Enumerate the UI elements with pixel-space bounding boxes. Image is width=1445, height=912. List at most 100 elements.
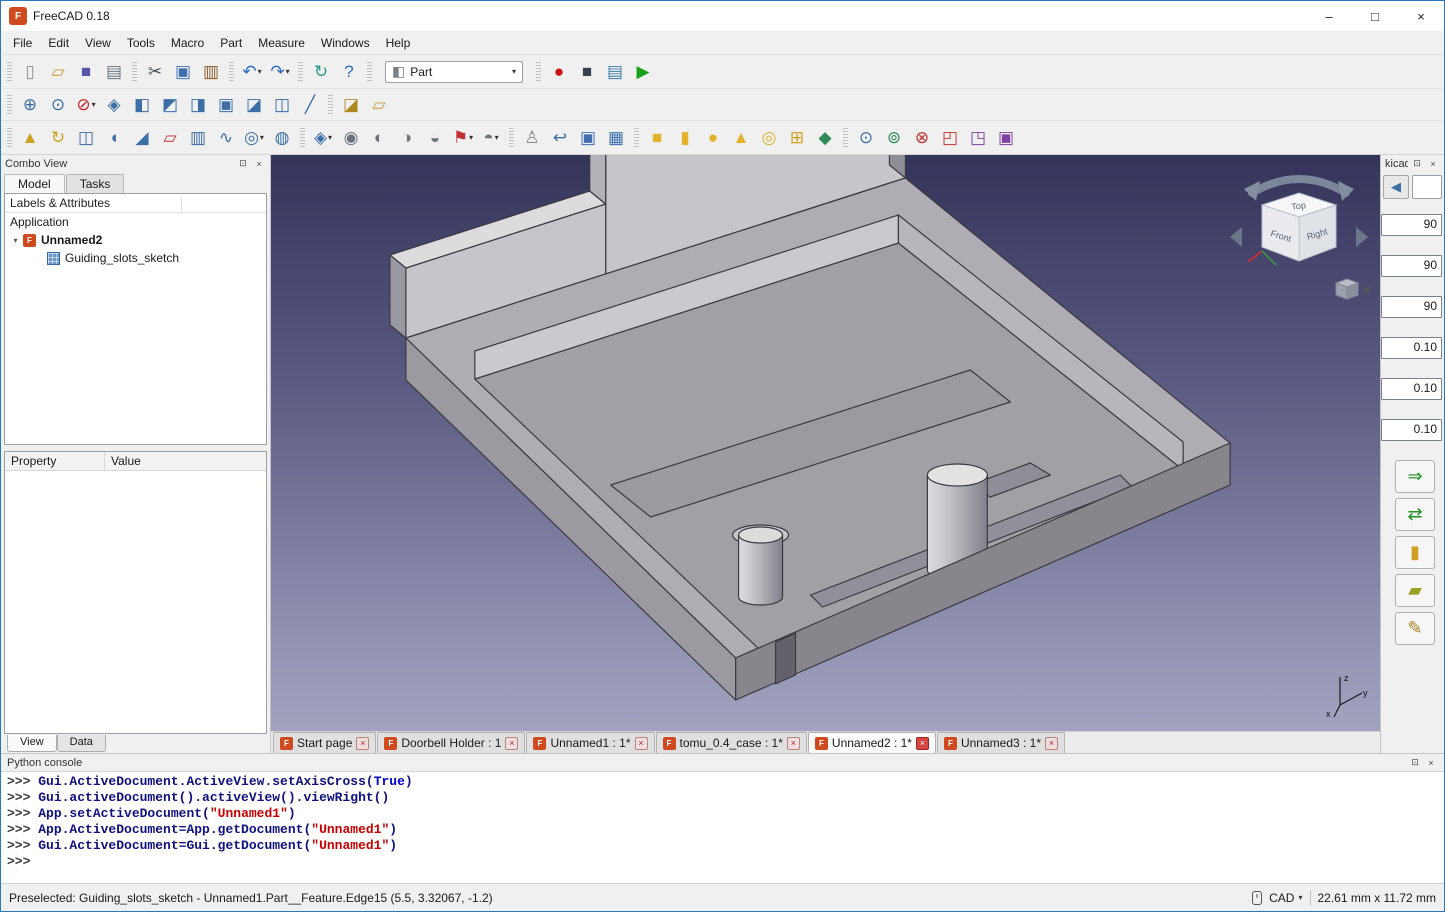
open-document-button[interactable]: ▱: [45, 59, 71, 85]
close-tab-icon[interactable]: ×: [1045, 737, 1058, 750]
kicad-edit-button[interactable]: ✎: [1395, 612, 1435, 645]
chamfer-button[interactable]: ◢: [129, 125, 155, 151]
toolbar-handle[interactable]: [7, 62, 12, 82]
toolbar-handle[interactable]: [509, 128, 514, 148]
tab-tasks[interactable]: Tasks: [66, 174, 125, 193]
fit-all-button[interactable]: ⊕: [17, 92, 43, 118]
torus-primitive-button[interactable]: ◎: [756, 125, 782, 151]
save-button[interactable]: ■: [73, 59, 99, 85]
menu-help[interactable]: Help: [378, 33, 419, 53]
ruled-surface-button[interactable]: ▱: [157, 125, 183, 151]
copy-button[interactable]: ▣: [170, 59, 196, 85]
macro-record-button[interactable]: ●: [546, 59, 572, 85]
export-pcb-button[interactable]: ◳: [965, 125, 991, 151]
menu-windows[interactable]: Windows: [313, 33, 378, 53]
menu-edit[interactable]: Edit: [40, 33, 77, 53]
view-top-button[interactable]: ◩: [157, 92, 183, 118]
tree-column-header[interactable]: Labels & Attributes: [5, 194, 266, 213]
maximize-button[interactable]: □: [1352, 1, 1398, 31]
undo-button[interactable]: ↶▾: [239, 59, 265, 85]
toolbar-handle[interactable]: [7, 95, 12, 115]
close-tab-icon[interactable]: ×: [635, 737, 648, 750]
view-rear-button[interactable]: ▣: [213, 92, 239, 118]
expander-icon[interactable]: ▾: [10, 236, 21, 245]
menu-measure[interactable]: Measure: [250, 33, 313, 53]
extrude-button[interactable]: ▲: [17, 125, 43, 151]
python-console-body[interactable]: >>> Gui.ActiveDocument.ActiveView.setAxi…: [1, 772, 1444, 883]
print-button[interactable]: ▤: [101, 59, 127, 85]
pan-right-arrow-icon[interactable]: [1356, 227, 1368, 247]
kicad-field-5[interactable]: 0.10: [1381, 378, 1442, 400]
menu-file[interactable]: File: [5, 33, 40, 53]
view-right-button[interactable]: ◨: [185, 92, 211, 118]
rotate-right-arrow-icon[interactable]: [1338, 181, 1354, 201]
draw-style-button[interactable]: ⊘▾: [73, 92, 99, 118]
tab-tomu-case[interactable]: F tomu_0.4_case : 1* ×: [656, 732, 807, 753]
boolean-button[interactable]: ◉: [338, 125, 364, 151]
view-bottom-button[interactable]: ◪: [241, 92, 267, 118]
sweep-button[interactable]: ∿: [213, 125, 239, 151]
menu-tools[interactable]: Tools: [119, 33, 163, 53]
macro-edit-button[interactable]: ▤: [602, 59, 628, 85]
close-panel-icon[interactable]: ×: [1424, 756, 1438, 769]
combo-tab-view[interactable]: View: [7, 735, 57, 752]
tab-model[interactable]: Model: [4, 174, 65, 193]
view-front-button[interactable]: ◧: [129, 92, 155, 118]
tree-item-guiding-slots-sketch[interactable]: Guiding_slots_sketch: [5, 249, 266, 267]
toolbar-handle[interactable]: [7, 128, 12, 148]
nav-cube-menu-caret-icon[interactable]: [1362, 287, 1372, 295]
close-panel-icon[interactable]: ×: [1426, 157, 1440, 170]
folder-button[interactable]: ▱: [366, 92, 392, 118]
toolbar-handle[interactable]: [536, 62, 541, 82]
part-box-button[interactable]: ◪: [338, 92, 364, 118]
tab-doorbell-holder[interactable]: F Doorbell Holder : 1 ×: [377, 732, 525, 753]
property-header[interactable]: Property Value: [5, 452, 266, 471]
macro-stop-button[interactable]: ■: [574, 59, 600, 85]
kicad-sync-button[interactable]: ⇄: [1395, 498, 1435, 531]
pan-left-arrow-icon[interactable]: [1230, 227, 1242, 247]
attachment-button[interactable]: ↩: [547, 125, 573, 151]
measure-distance-button[interactable]: ╱: [297, 92, 323, 118]
tab-unnamed2[interactable]: F Unnamed2 : 1* ×: [808, 732, 936, 753]
mini-cube-icon[interactable]: [1336, 279, 1358, 299]
kicad-board-button[interactable]: ▰: [1395, 574, 1435, 607]
kicad-field-2[interactable]: 90: [1381, 255, 1442, 277]
shape-builder-button[interactable]: ◆: [812, 125, 838, 151]
view-axonometric-button[interactable]: ◈: [101, 92, 127, 118]
intersection-button[interactable]: ◒: [422, 125, 448, 151]
close-panel-icon[interactable]: ×: [252, 157, 266, 170]
sync-model-button[interactable]: ▣: [993, 125, 1019, 151]
offset-button[interactable]: ◎▾: [241, 125, 267, 151]
toolbar-handle[interactable]: [367, 62, 372, 82]
toolbar-handle[interactable]: [300, 128, 305, 148]
cylinder-primitive-button[interactable]: ▮: [672, 125, 698, 151]
property-body[interactable]: [5, 471, 266, 733]
kicad-field-3[interactable]: 90: [1381, 296, 1442, 318]
cone-primitive-button[interactable]: ▲: [728, 125, 754, 151]
loft-button[interactable]: ▥: [185, 125, 211, 151]
kicad-export-button[interactable]: ▮: [1395, 536, 1435, 569]
toolbar-handle[interactable]: [328, 95, 333, 115]
close-tab-icon[interactable]: ×: [916, 737, 929, 750]
close-tab-icon[interactable]: ×: [505, 737, 518, 750]
sphere-primitive-button[interactable]: ●: [700, 125, 726, 151]
cut-shape-button[interactable]: ◐: [366, 125, 392, 151]
paste-button[interactable]: ▥: [198, 59, 224, 85]
primitives-dialog-button[interactable]: ⊞: [784, 125, 810, 151]
join-features-button[interactable]: ⚑▾: [450, 125, 476, 151]
tree-item-application[interactable]: Application: [5, 213, 266, 231]
nav-style-dropdown[interactable]: CAD ▾: [1269, 891, 1302, 905]
kicad-field-1[interactable]: 90: [1381, 214, 1442, 236]
fit-selection-button[interactable]: ⊙: [45, 92, 71, 118]
union-button[interactable]: ◑: [394, 125, 420, 151]
kicad-field-6[interactable]: 0.10: [1381, 419, 1442, 441]
tab-unnamed1[interactable]: F Unnamed1 : 1* ×: [526, 732, 654, 753]
kicad-field-4[interactable]: 0.10: [1381, 337, 1442, 359]
close-tab-icon[interactable]: ×: [787, 737, 800, 750]
tab-start-page[interactable]: F Start page ×: [273, 732, 376, 753]
inspect-geometry-button[interactable]: ⊚: [881, 125, 907, 151]
split-features-button[interactable]: ◓▾: [478, 125, 504, 151]
back-arrow-button[interactable]: ◀: [1383, 175, 1409, 199]
menu-part[interactable]: Part: [212, 33, 250, 53]
close-tab-icon[interactable]: ×: [356, 737, 369, 750]
